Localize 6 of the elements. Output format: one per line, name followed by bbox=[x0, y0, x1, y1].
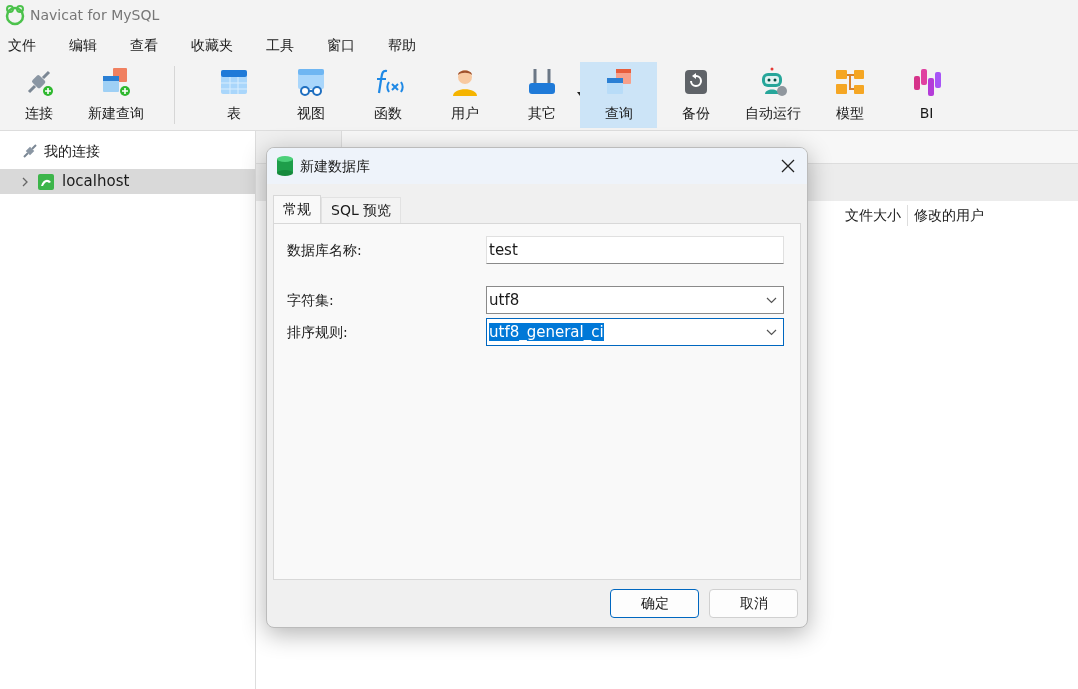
field-label: 字符集: bbox=[287, 290, 335, 310]
dialog-title: 新建数据库 bbox=[300, 156, 371, 176]
field-label: 数据库名称: bbox=[287, 240, 363, 260]
sidebar-header: 我的连接 bbox=[44, 141, 100, 161]
field-label: 排序规则: bbox=[287, 322, 349, 342]
window-title: Navicat for MySQL bbox=[30, 5, 160, 25]
